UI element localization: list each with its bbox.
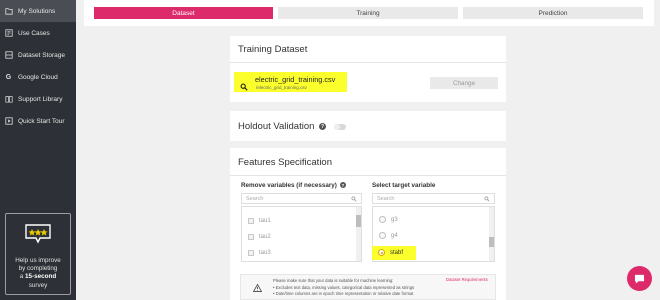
step-bar: Dataset Training Prediction bbox=[84, 0, 654, 26]
target-variable-search[interactable]: Search bbox=[372, 193, 495, 204]
book-icon bbox=[4, 95, 13, 104]
divider bbox=[230, 175, 506, 176]
training-dataset-card: Training Dataset electric_grid_training.… bbox=[230, 36, 506, 102]
chat-icon bbox=[634, 274, 645, 284]
change-button[interactable]: Change bbox=[430, 77, 498, 89]
sidebar-item-label: Quick Start Tour bbox=[18, 117, 65, 125]
sidebar-item-my-solutions[interactable]: My Solutions bbox=[0, 0, 76, 22]
list-item[interactable]: tau1 bbox=[248, 218, 271, 224]
checkbox[interactable] bbox=[248, 250, 254, 256]
list-item[interactable]: tau2 bbox=[248, 234, 271, 240]
storage-icon bbox=[4, 51, 13, 60]
search-icon bbox=[351, 196, 357, 202]
sidebar-item-label: Dataset Storage bbox=[18, 51, 65, 59]
training-dataset-title: Training Dataset bbox=[238, 44, 308, 55]
google-icon: G bbox=[5, 73, 12, 81]
list-item[interactable]: g4 bbox=[379, 232, 398, 239]
scrollbar-thumb[interactable] bbox=[489, 237, 494, 247]
dataset-requirements-notice: Please make sure that your data is suita… bbox=[240, 274, 496, 300]
sidebar-item-quick-start-tour[interactable]: Quick Start Tour bbox=[0, 110, 76, 132]
holdout-validation-card: Holdout Validation ? bbox=[230, 111, 506, 141]
radio-selected[interactable] bbox=[378, 249, 385, 256]
remove-variables-search[interactable]: Search bbox=[241, 193, 362, 204]
search-icon bbox=[484, 196, 490, 202]
features-specification-card: Features Specification Remove variables … bbox=[230, 148, 506, 300]
sidebar-item-label: Support Library bbox=[18, 95, 63, 103]
step-dataset[interactable]: Dataset bbox=[94, 7, 273, 19]
remove-variables-label: Remove variables (if necessary)? bbox=[241, 182, 346, 189]
holdout-toggle[interactable] bbox=[334, 124, 346, 130]
sidebar-item-label: Google Cloud bbox=[18, 73, 58, 81]
stars-chat-icon bbox=[23, 224, 53, 249]
sidebar: My Solutions Use Cases Dataset Storage G… bbox=[0, 0, 76, 300]
folder-icon bbox=[4, 7, 13, 16]
sidebar-item-google-cloud[interactable]: G Google Cloud bbox=[0, 66, 76, 88]
list-item-selected[interactable]: stabf bbox=[378, 249, 403, 256]
info-icon[interactable]: ? bbox=[319, 123, 326, 130]
cases-icon bbox=[4, 29, 13, 38]
holdout-title: Holdout Validation bbox=[238, 121, 315, 132]
scrollbar-thumb[interactable] bbox=[356, 215, 361, 227]
chat-button[interactable] bbox=[627, 266, 652, 291]
checkbox[interactable] bbox=[248, 218, 254, 224]
survey-promo-text: Help us improve by completing a 15-secon… bbox=[15, 257, 61, 289]
warning-icon bbox=[253, 284, 262, 292]
list-item[interactable]: g3 bbox=[379, 216, 398, 223]
file-path: /electric_grid_training.csv bbox=[256, 85, 307, 90]
sidebar-item-support-library[interactable]: Support Library bbox=[0, 88, 76, 110]
target-variable-label: Select target variable bbox=[372, 182, 436, 189]
radio[interactable] bbox=[379, 232, 386, 239]
file-name: electric_grid_training.csv bbox=[255, 75, 336, 84]
notice-text: Please make sure that your data is suita… bbox=[273, 278, 415, 296]
remove-variables-list[interactable]: tau1 tau2 tau3 bbox=[241, 206, 362, 262]
radio[interactable] bbox=[379, 216, 386, 223]
sidebar-item-use-cases[interactable]: Use Cases bbox=[0, 22, 76, 44]
sidebar-item-label: My Solutions bbox=[18, 7, 56, 15]
list-item[interactable]: tau3 bbox=[248, 250, 271, 256]
scrollbar[interactable] bbox=[356, 207, 361, 261]
search-icon bbox=[240, 78, 248, 91]
selected-file[interactable]: electric_grid_training.csv /electric_gri… bbox=[234, 72, 347, 92]
dataset-requirements-link[interactable]: Dataset Requirements bbox=[446, 277, 488, 282]
sidebar-item-dataset-storage[interactable]: Dataset Storage bbox=[0, 44, 76, 66]
checkbox[interactable] bbox=[248, 234, 254, 240]
sidebar-item-label: Use Cases bbox=[18, 29, 50, 37]
step-prediction[interactable]: Prediction bbox=[463, 7, 643, 19]
scrollbar[interactable] bbox=[489, 207, 494, 261]
features-title: Features Specification bbox=[238, 157, 332, 168]
step-training[interactable]: Training bbox=[278, 7, 458, 19]
divider bbox=[230, 62, 506, 63]
tour-icon bbox=[4, 117, 13, 126]
help-icon[interactable]: ? bbox=[339, 182, 346, 189]
survey-promo[interactable]: Help us improve by completing a 15-secon… bbox=[5, 213, 71, 295]
